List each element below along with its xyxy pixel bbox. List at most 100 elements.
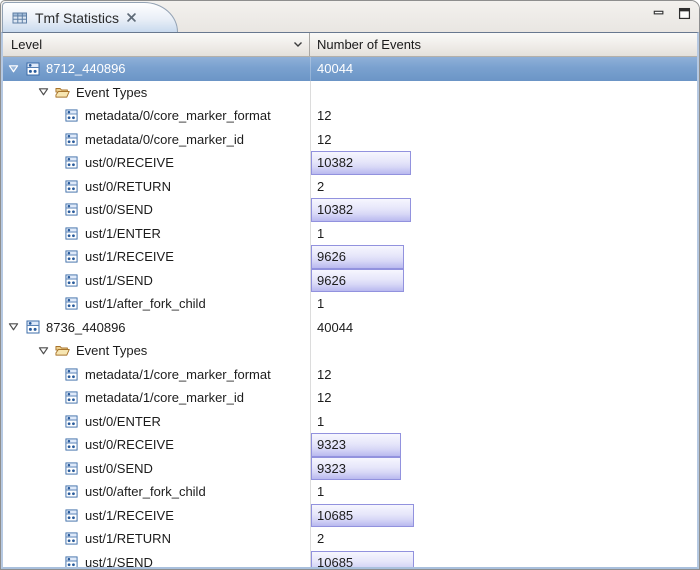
- column-header-events-label: Number of Events: [317, 37, 421, 52]
- tree-row-level-cell: ust/0/ENTER: [3, 410, 310, 434]
- tree-row-level-cell: metadata/0/core_marker_format: [3, 104, 310, 128]
- event-type-icon: [64, 484, 79, 499]
- close-icon[interactable]: [126, 12, 137, 23]
- tree-row-level-cell: ust/1/ENTER: [3, 222, 310, 246]
- tree-row-value-cell: 1: [310, 222, 697, 246]
- tree-row[interactable]: ust/0/RECEIVE 10382: [3, 151, 697, 175]
- tree-row-value-cell: 9323: [310, 433, 697, 457]
- tree-row-label: Event Types: [76, 343, 147, 358]
- tree-row-value-cell: 9626: [310, 245, 697, 269]
- tree-row[interactable]: ust/1/SEND 10685: [3, 551, 697, 568]
- tree-row[interactable]: ust/0/RECEIVE 9323: [3, 433, 697, 457]
- table-header: Level Number of Events: [3, 33, 697, 57]
- view-tab-bar: Tmf Statistics: [1, 1, 699, 32]
- expander-collapse-icon[interactable]: [37, 344, 50, 357]
- tree-row-level-cell: ust/1/RETURN: [3, 527, 310, 551]
- tree-row-value-cell: 12: [310, 363, 697, 387]
- tree-row-value-cell: [310, 339, 697, 363]
- tree-row-label: ust/0/SEND: [85, 202, 153, 217]
- tree-row-value-cell: 12: [310, 128, 697, 152]
- tree-row[interactable]: ust/0/SEND 10382: [3, 198, 697, 222]
- event-type-icon: [64, 555, 79, 567]
- tree-row-level-cell: metadata/1/core_marker_format: [3, 363, 310, 387]
- tree-row-label: ust/1/after_fork_child: [85, 296, 206, 311]
- tree-row[interactable]: metadata/0/core_marker_id 12: [3, 128, 697, 152]
- tree-row-value: 12: [311, 132, 331, 147]
- tree-row-value: 12: [311, 108, 331, 123]
- tree-row-value-cell: 9626: [310, 269, 697, 293]
- tree-row-level-cell: ust/1/SEND: [3, 551, 310, 568]
- tree-row-value: 1: [311, 484, 324, 499]
- maximize-icon[interactable]: [676, 6, 692, 20]
- expander-collapse-icon[interactable]: [37, 86, 50, 99]
- tree-row-label: metadata/0/core_marker_format: [85, 108, 271, 123]
- trace-icon: [25, 320, 40, 335]
- tree-row-label: metadata/1/core_marker_format: [85, 367, 271, 382]
- tree-row[interactable]: Event Types: [3, 339, 697, 363]
- tab-tmf-statistics[interactable]: Tmf Statistics: [2, 2, 178, 32]
- tree-row-label: ust/0/RECEIVE: [85, 437, 174, 452]
- tree-row-label: ust/0/ENTER: [85, 414, 161, 429]
- column-header-level-label: Level: [11, 37, 42, 52]
- tree-row[interactable]: Event Types: [3, 81, 697, 105]
- tree-row-label: ust/1/SEND: [85, 273, 153, 288]
- tree-row-label: ust/0/RECEIVE: [85, 155, 174, 170]
- event-type-icon: [64, 273, 79, 288]
- tree-row[interactable]: ust/1/RETURN 2: [3, 527, 697, 551]
- tree-row[interactable]: ust/1/RECEIVE 9626: [3, 245, 697, 269]
- tree-row[interactable]: metadata/1/core_marker_id 12: [3, 386, 697, 410]
- tree-row[interactable]: metadata/0/core_marker_format 12: [3, 104, 697, 128]
- column-header-number-of-events[interactable]: Number of Events: [310, 33, 697, 56]
- tree-row-level-cell: Event Types: [3, 81, 310, 105]
- tree-row-label: ust/0/SEND: [85, 461, 153, 476]
- tree-row-value: 10382: [311, 202, 353, 217]
- tree-row[interactable]: ust/0/after_fork_child 1: [3, 480, 697, 504]
- view-window-buttons: [651, 6, 692, 20]
- tree-row-value-cell: 40044: [310, 57, 697, 81]
- expander-collapse-icon[interactable]: [7, 62, 20, 75]
- event-type-icon: [64, 155, 79, 170]
- event-type-icon: [64, 226, 79, 241]
- tree-row[interactable]: ust/0/SEND 9323: [3, 457, 697, 481]
- tree-row[interactable]: metadata/1/core_marker_format 12: [3, 363, 697, 387]
- statistics-table-icon: [12, 11, 28, 25]
- tree-row[interactable]: ust/0/RETURN 2: [3, 175, 697, 199]
- tree-row-value: 40044: [311, 61, 353, 76]
- tree-row-label: metadata/1/core_marker_id: [85, 390, 244, 405]
- tree-row[interactable]: 8736_440896 40044: [3, 316, 697, 340]
- tree-row-value-cell: 10382: [310, 151, 697, 175]
- tree-row-value: 1: [311, 414, 324, 429]
- tree-row-label: ust/1/RECEIVE: [85, 249, 174, 264]
- tree-row-label: ust/0/after_fork_child: [85, 484, 206, 499]
- tree-row-value: 10382: [311, 155, 353, 170]
- tree-row-value-cell: 10382: [310, 198, 697, 222]
- tree-row-level-cell: ust/0/SEND: [3, 457, 310, 481]
- tree-row-level-cell: ust/0/RETURN: [3, 175, 310, 199]
- event-type-icon: [64, 202, 79, 217]
- tree-row-level-cell: 8736_440896: [3, 316, 310, 340]
- event-type-icon: [64, 531, 79, 546]
- tree-row[interactable]: ust/1/SEND 9626: [3, 269, 697, 293]
- tree-row-value-cell: 10685: [310, 551, 697, 568]
- tree-row-value-cell: 1: [310, 410, 697, 434]
- event-type-icon: [64, 132, 79, 147]
- tree-row-value: 2: [311, 179, 324, 194]
- tree-row-value-cell: 9323: [310, 457, 697, 481]
- tree-row-label: Event Types: [76, 85, 147, 100]
- tree-row[interactable]: 8712_440896 40044: [3, 57, 697, 81]
- tree-row-label: ust/1/SEND: [85, 555, 153, 567]
- tree-row[interactable]: ust/0/ENTER 1: [3, 410, 697, 434]
- tree-row-value-cell: 10685: [310, 504, 697, 528]
- event-type-icon: [64, 437, 79, 452]
- tree-row-value: 40044: [311, 320, 353, 335]
- column-header-level[interactable]: Level: [3, 33, 310, 56]
- folder-open-icon: [55, 85, 70, 100]
- expander-collapse-icon[interactable]: [7, 321, 20, 334]
- tree-row-value: 1: [311, 226, 324, 241]
- chevron-down-icon[interactable]: [293, 41, 303, 48]
- tree-row[interactable]: ust/1/after_fork_child 1: [3, 292, 697, 316]
- tree-row[interactable]: ust/1/RECEIVE 10685: [3, 504, 697, 528]
- tree-row[interactable]: ust/1/ENTER 1: [3, 222, 697, 246]
- tree-row-level-cell: ust/0/RECEIVE: [3, 151, 310, 175]
- minimize-icon[interactable]: [651, 6, 667, 20]
